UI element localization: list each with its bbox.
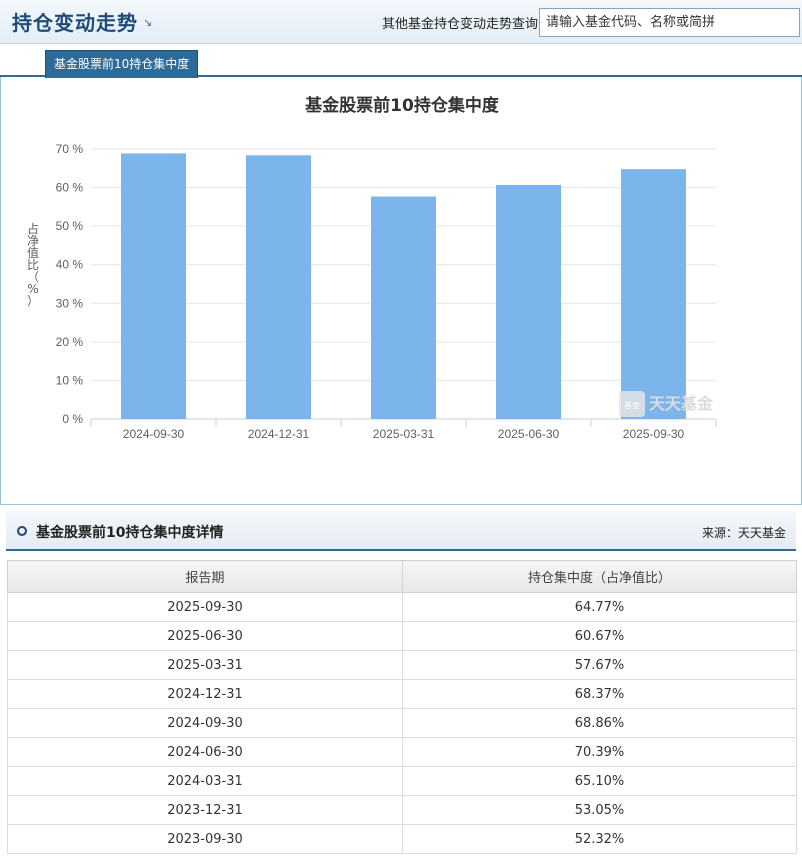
period-cell: 2024-12-31 [7, 679, 403, 709]
y-tick-label: 30 % [56, 296, 84, 310]
y-tick-label: 70 % [56, 142, 84, 156]
bar [121, 153, 186, 419]
concentration-bar-chart: 基金股票前10持仓集中度 0 % 10 % 20 % 30 % 40 % 50 % 60 % 7… [27, 95, 717, 441]
fund-search-input[interactable] [539, 8, 800, 37]
table-header-row: 报告期 持仓集中度（占净值比） [7, 560, 797, 593]
detail-table: 报告期 持仓集中度（占净值比） 2025-09-30 64.77% 2025-06-… [7, 560, 797, 854]
table-row: 2024-06-30 70.39% [7, 737, 797, 767]
concentration-cell: 70.39% [402, 737, 797, 767]
watermark-logo-text: 基金 [624, 400, 640, 410]
table-row: 2025-06-30 60.67% [7, 621, 797, 651]
y-tick-label: 50 % [56, 219, 84, 233]
chart-title: 基金股票前10持仓集中度 [304, 95, 500, 116]
concentration-cell: 64.77% [402, 592, 797, 622]
period-cell: 2024-09-30 [7, 708, 403, 738]
bar [496, 184, 561, 419]
table-row: 2024-03-31 65.10% [7, 766, 797, 796]
concentration-cell: 68.37% [402, 679, 797, 709]
x-tick-label: 2025-06-30 [498, 427, 560, 441]
concentration-cell: 68.86% [402, 708, 797, 738]
data-source: 来源：天天基金 [701, 526, 786, 540]
x-tick-label: 2025-03-31 [373, 427, 435, 441]
y-tick-label: 40 % [56, 258, 84, 272]
x-tick-label: 2024-09-30 [123, 427, 185, 441]
y-tick-label: 10 % [56, 373, 84, 387]
fund-query-label: 其他基金持仓变动走势查询: [382, 17, 543, 32]
chart-panel: 基金股票前10持仓集中度 0 % 10 % 20 % 30 % 40 % 50 % 60 % 7… [0, 77, 802, 505]
y-tick-label: 0 % [62, 412, 83, 426]
y-tick-label: 20 % [56, 335, 84, 349]
concentration-cell: 53.05% [402, 795, 797, 825]
page-title: 持仓变动走势 [12, 11, 138, 35]
detail-title: 基金股票前10持仓集中度详情 [36, 525, 224, 541]
column-header-concentration: 持仓集中度（占净值比） [402, 560, 797, 593]
y-axis-label: 占净值比（%） [27, 221, 39, 308]
bar [371, 196, 436, 419]
concentration-cell: 57.67% [402, 650, 797, 680]
table-row: 2025-09-30 64.77% [7, 592, 797, 622]
tab-top10-concentration[interactable]: 基金股票前10持仓集中度 [45, 50, 199, 78]
table-row: 2023-09-30 52.32% [7, 824, 797, 854]
concentration-cell: 52.32% [402, 824, 797, 854]
detail-section-header: 基金股票前10持仓集中度详情 来源：天天基金 [6, 511, 796, 551]
bar [621, 169, 686, 419]
column-header-period: 报告期 [7, 560, 403, 593]
bar [246, 155, 311, 419]
period-cell: 2025-09-30 [7, 592, 403, 622]
x-tick-label: 2024-12-31 [248, 427, 310, 441]
watermark-text: 天天基金 [649, 394, 714, 413]
circle-bullet-icon [17, 526, 27, 536]
x-tick-label: 2025-09-30 [623, 427, 685, 441]
period-cell: 2023-09-30 [7, 824, 403, 854]
table-row: 2023-12-31 53.05% [7, 795, 797, 825]
table-row: 2024-09-30 68.86% [7, 708, 797, 738]
period-cell: 2025-03-31 [7, 650, 403, 680]
table-row: 2025-03-31 57.67% [7, 650, 797, 680]
concentration-cell: 65.10% [402, 766, 797, 796]
expand-arrow-icon[interactable]: ↘ [143, 16, 152, 29]
period-cell: 2025-06-30 [7, 621, 403, 651]
tab-strip: 基金股票前10持仓集中度 [0, 44, 802, 78]
period-cell: 2024-03-31 [7, 766, 403, 796]
y-tick-label: 60 % [56, 181, 84, 195]
period-cell: 2024-06-30 [7, 737, 403, 767]
table-row: 2024-12-31 68.37% [7, 679, 797, 709]
page-header: 持仓变动走势 ↘ 其他基金持仓变动走势查询: [0, 0, 802, 44]
period-cell: 2023-12-31 [7, 795, 403, 825]
concentration-cell: 60.67% [402, 621, 797, 651]
